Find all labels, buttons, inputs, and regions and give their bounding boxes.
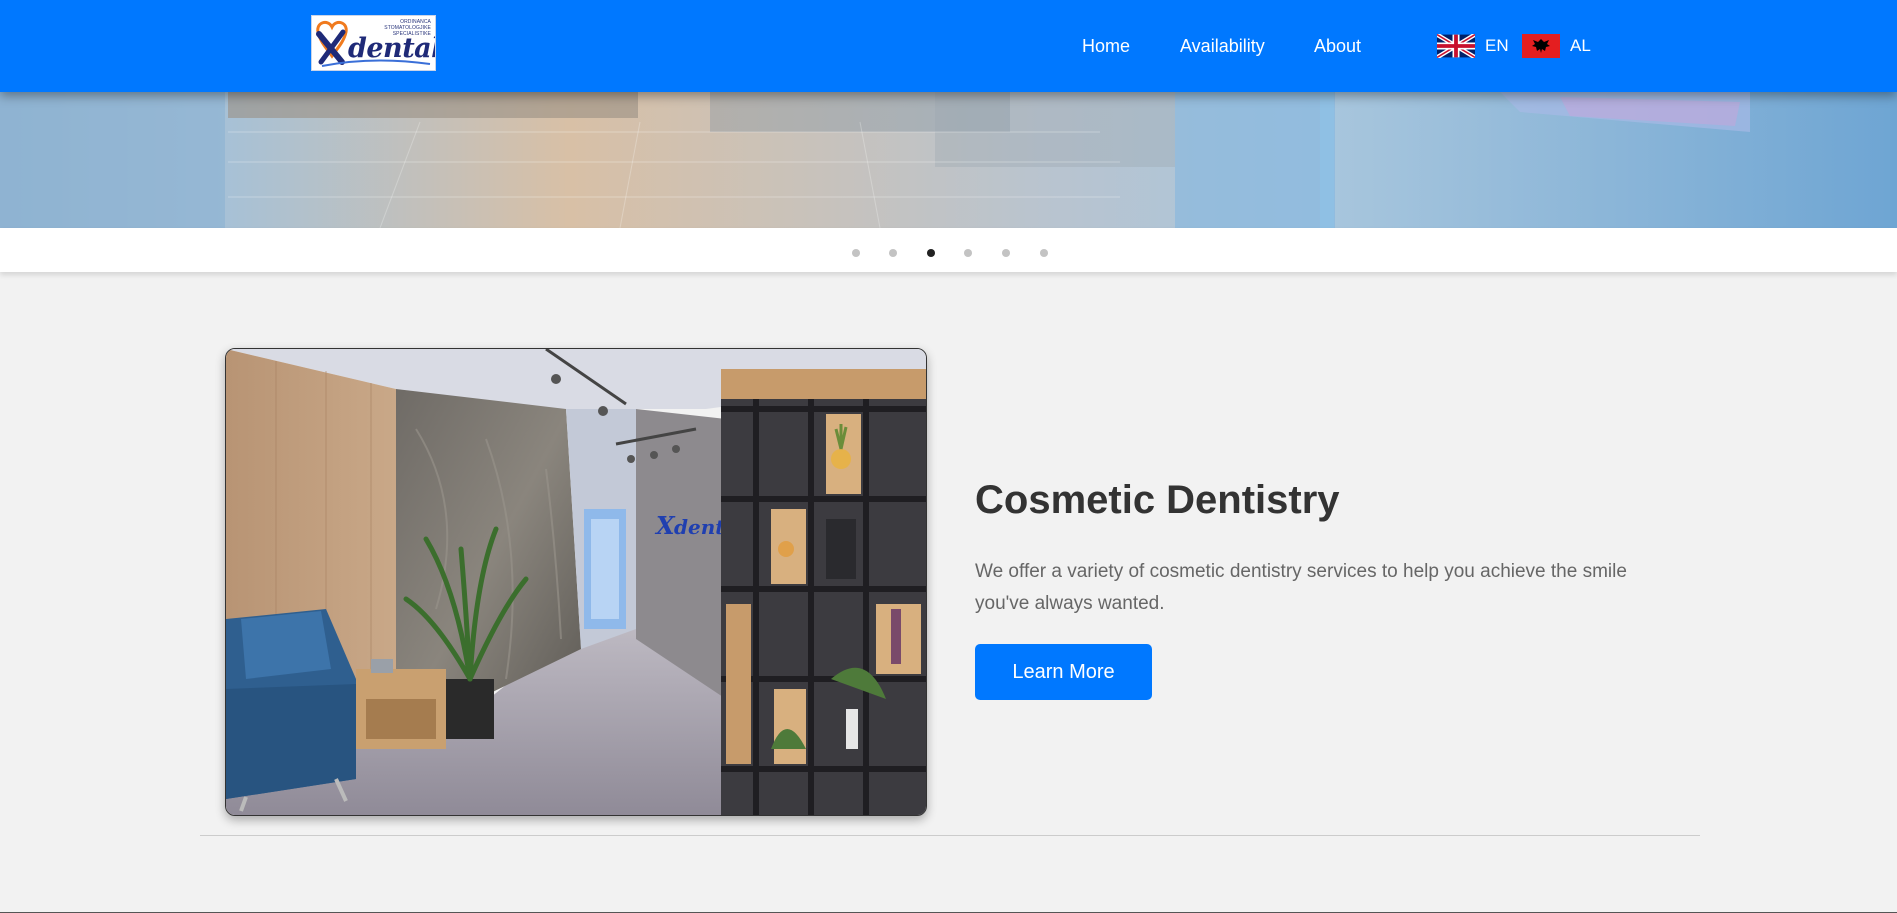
carousel-dot-2[interactable]: [889, 249, 897, 257]
hero-carousel-image: [0, 92, 1897, 228]
nav-availability[interactable]: Availability: [1180, 36, 1265, 56]
site-logo[interactable]: ORDINANCA STOMATOLOGJIKE SPECIALISTIKE d…: [311, 15, 436, 71]
carousel-dot-5[interactable]: [1002, 249, 1010, 257]
learn-more-button[interactable]: Learn More: [975, 644, 1152, 700]
carousel-dot-6[interactable]: [1040, 249, 1048, 257]
clinic-reception-image: X dent: [226, 349, 926, 815]
language-en-label: EN: [1485, 36, 1509, 55]
site-header: ORDINANCA STOMATOLOGJIKE SPECIALISTIKE d…: [0, 0, 1897, 92]
svg-text:dent: dent: [674, 515, 725, 539]
carousel-dot-3-active[interactable]: [927, 249, 935, 257]
nav-about[interactable]: About: [1314, 36, 1361, 56]
clinic-interior-photo: X dent: [225, 348, 927, 816]
language-al[interactable]: AL: [1522, 34, 1591, 58]
uk-flag-icon: [1437, 34, 1475, 58]
logo-wordmark: dental: [348, 33, 436, 64]
clinic-hallway-image: [0, 92, 1897, 228]
albania-flag-icon: [1522, 34, 1560, 58]
feature-title: Cosmetic Dentistry: [975, 478, 1340, 522]
language-en[interactable]: EN: [1437, 34, 1509, 58]
feature-description: We offer a variety of cosmetic dentistry…: [975, 561, 1627, 614]
carousel-dot-1[interactable]: [852, 249, 860, 257]
carousel-indicators: [0, 228, 1897, 272]
nav-home[interactable]: Home: [1082, 36, 1130, 56]
wall-logo-text: X: [654, 511, 676, 540]
carousel-dot-4[interactable]: [964, 249, 972, 257]
section-divider: [200, 835, 1700, 836]
language-al-label: AL: [1570, 36, 1591, 55]
